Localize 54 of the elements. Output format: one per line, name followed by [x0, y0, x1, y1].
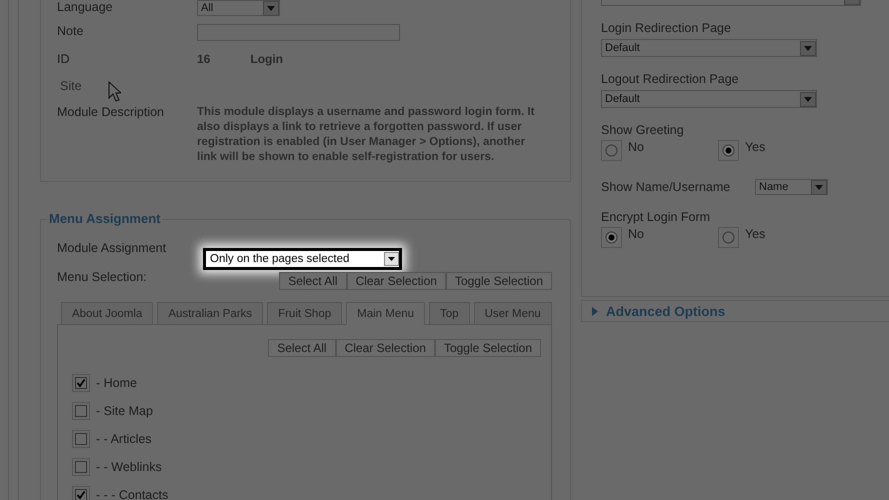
option-label: Show Greeting: [601, 123, 685, 137]
name-select[interactable]: Name: [755, 179, 828, 195]
option-label: Encrypt Login Form: [601, 210, 712, 224]
field-label: ID: [57, 52, 70, 66]
option-label: Show Name/Username: [601, 180, 732, 194]
selection-button[interactable]: Clear Selection: [336, 339, 435, 357]
module-type: Login: [250, 52, 284, 66]
advanced-options-toggle[interactable]: Advanced Options: [581, 300, 889, 322]
field-label: Language: [57, 0, 113, 14]
option-label: Login Redirection Page: [601, 21, 732, 35]
menu-checkbox[interactable]: [72, 458, 90, 476]
menu-tab[interactable]: Australian Parks: [157, 302, 264, 325]
menu-item-label: - - - Contacts: [96, 488, 168, 500]
option-label: Logout Redirection Page: [601, 72, 740, 86]
selection-button[interactable]: Select All: [279, 272, 347, 290]
selection-button[interactable]: Select All: [268, 339, 336, 357]
module-description: This module displays a username and password login form. It also displays a link to retrieve a forgotten password. If user registration is enabled (in User Manager > Options), another link will be shown to enable self-registration for users.: [197, 105, 536, 165]
menu-checkbox[interactable]: [72, 486, 90, 500]
id-value: 16: [197, 52, 210, 66]
menu-tab[interactable]: User Menu: [474, 302, 552, 325]
radio-icon: [722, 231, 735, 244]
menu-item-label: - - Weblinks: [96, 460, 162, 474]
radio-option[interactable]: Yes: [718, 227, 766, 248]
field-label: Note: [57, 24, 84, 38]
radio-icon: [605, 231, 618, 244]
mouse-cursor-icon: [108, 81, 121, 102]
menu-tab[interactable]: Fruit Shop: [267, 302, 342, 325]
field-label: Module Description: [57, 105, 164, 119]
menu-item-label: - - Articles: [96, 432, 152, 446]
menu-item-label: - Home: [96, 376, 137, 390]
field-label: Site: [59, 79, 82, 93]
menu-tab[interactable]: Top: [429, 302, 470, 325]
selection-button[interactable]: Toggle Selection: [434, 339, 541, 357]
expand-arrow-icon: [592, 306, 598, 316]
radio-icon: [722, 144, 735, 157]
field-label: Menu Selection:: [57, 270, 147, 284]
selection-button[interactable]: Toggle Selection: [446, 272, 552, 290]
redirect-select[interactable]: Default: [601, 39, 817, 57]
section-title: Menu Assignment: [47, 211, 162, 226]
menu-checkbox[interactable]: [72, 374, 90, 392]
language-select[interactable]: All: [197, 0, 280, 16]
redirect-select[interactable]: Default: [601, 90, 817, 108]
menu-item-label: - Site Map: [96, 404, 153, 418]
radio-option[interactable]: Yes: [718, 140, 766, 161]
radio-option[interactable]: No: [601, 140, 644, 161]
menu-checkbox[interactable]: [72, 430, 90, 448]
menu-tab[interactable]: Main Menu: [346, 302, 426, 325]
field-label: Module Assignment: [57, 241, 166, 255]
selection-button[interactable]: Clear Selection: [346, 272, 446, 290]
menu-checkbox[interactable]: [72, 402, 90, 420]
radio-option[interactable]: No: [601, 227, 644, 248]
radio-icon: [605, 144, 618, 157]
menu-tab[interactable]: About Joomla: [61, 302, 154, 325]
assignment-select[interactable]: Only on the pages selected: [203, 248, 402, 270]
